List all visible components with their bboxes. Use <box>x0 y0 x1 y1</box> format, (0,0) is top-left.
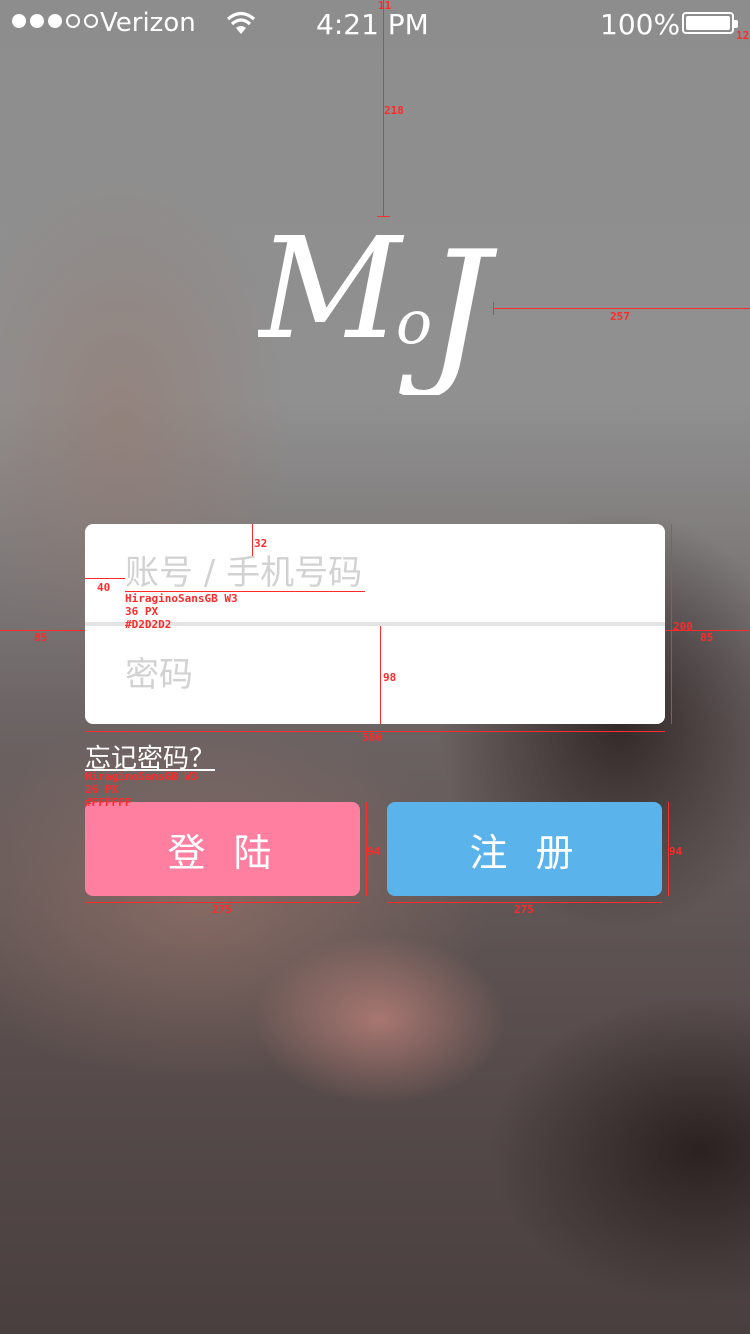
spec-line <box>671 524 672 724</box>
spec-label: 85 <box>700 631 714 644</box>
spec-label: 580 <box>362 731 382 744</box>
spec-label: 32 <box>254 537 268 550</box>
spec-label: #D2D2D2 <box>125 618 172 631</box>
register-button[interactable]: 注册 <box>387 802 662 896</box>
spec-line <box>380 626 381 724</box>
spec-label: 275 <box>212 903 232 916</box>
login-form-card <box>85 524 665 724</box>
spec-label: HiraginoSansGB W3 <box>85 770 198 783</box>
spec-line <box>85 578 125 579</box>
battery-percent: 100% <box>600 8 681 41</box>
app-logo: M o J <box>258 208 498 395</box>
spec-label: 275 <box>514 903 534 916</box>
login-button[interactable]: 登陆 <box>85 802 360 896</box>
spec-label: 85 <box>34 631 48 644</box>
spec-label: 26 PX <box>85 783 119 796</box>
spec-line <box>252 524 253 556</box>
spec-label: 12 <box>736 29 750 42</box>
spec-label: 98 <box>383 671 397 684</box>
battery-icon <box>682 12 738 34</box>
account-input[interactable] <box>85 524 665 622</box>
logo-letter-m: M <box>258 208 405 371</box>
spec-line <box>493 302 494 315</box>
spec-label: 257 <box>610 310 630 323</box>
spec-label: 94 <box>367 845 381 858</box>
spec-label: HiraginoSansGB W3 <box>125 592 238 605</box>
spec-label: 11 <box>378 0 392 12</box>
carrier-name: Verizon <box>100 8 196 38</box>
spec-label: 218 <box>384 104 404 117</box>
spec-line <box>493 308 750 309</box>
spec-label: #FFFFFF <box>85 796 132 809</box>
signal-strength-icon <box>12 14 98 28</box>
spec-label: 94 <box>669 845 683 858</box>
spec-label: 200 <box>673 620 693 633</box>
clock-time: 4:21 PM <box>316 8 429 41</box>
status-bar: Verizon 4:21 PM 100% <box>0 0 750 48</box>
wifi-icon <box>226 11 256 34</box>
spec-label: 40 <box>97 581 111 594</box>
spec-label: 36 PX <box>125 605 159 618</box>
password-input[interactable] <box>85 626 665 724</box>
spec-line <box>377 216 390 217</box>
